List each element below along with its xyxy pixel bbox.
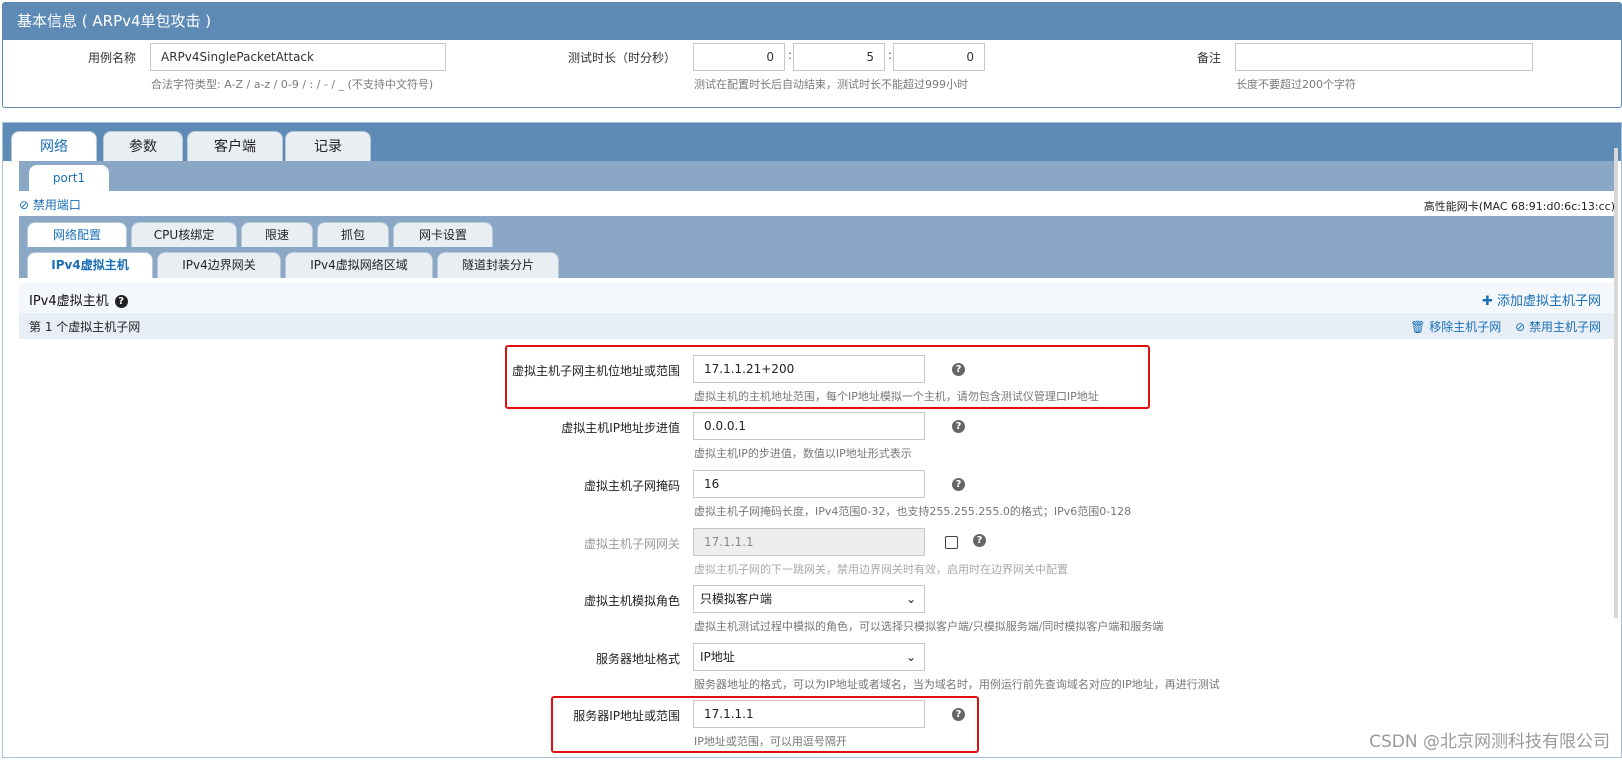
tab-client[interactable]: 客户端 — [187, 131, 283, 161]
remove-subnet-link[interactable]: 🗑 移除主机子网 — [1410, 320, 1501, 334]
case-name-input[interactable]: ARPv4SinglePacketAttack — [150, 43, 446, 71]
tab-ipv4-border-gateway[interactable]: IPv4边界网关 — [157, 252, 281, 278]
server-format-select[interactable]: IP地址 ⌄ — [693, 643, 925, 671]
subnet-actions: 🗑 移除主机子网 ⊘ 禁用主机子网 — [1400, 318, 1601, 335]
help-icon[interactable]: ? — [952, 478, 965, 491]
host-role-select[interactable]: 只模拟客户端 ⌄ — [693, 585, 925, 613]
tab-nic-settings[interactable]: 网卡设置 — [393, 222, 493, 247]
chevron-down-icon: ⌄ — [905, 592, 916, 606]
tab-cpu-binding[interactable]: CPU核绑定 — [131, 222, 237, 247]
main-tab-bar: 网络 参数 客户端 记录 — [3, 123, 1621, 162]
help-icon[interactable]: ? — [952, 420, 965, 433]
duration-hint: 测试在配置时长后自动结束，测试时长不能超过999小时 — [694, 78, 968, 91]
duration-colon-2: : — [888, 48, 893, 62]
subnet-title: 第 1 个虚拟主机子网 — [29, 320, 141, 334]
tab-capture[interactable]: 抓包 — [317, 222, 389, 247]
note-label: 备注 — [1197, 51, 1222, 65]
tab-tunnel-fragment[interactable]: 隧道封装分片 — [437, 252, 559, 278]
disable-port-link[interactable]: ⊘ 禁用端口 — [19, 196, 81, 213]
gateway-checkbox[interactable] — [945, 536, 958, 549]
highlight-box-host-range — [505, 345, 1150, 409]
case-name-hint: 合法字符类型: A-Z / a-z / 0-9 / : / - / _ (不支持… — [151, 78, 434, 91]
tab-params[interactable]: 参数 — [103, 131, 183, 161]
section-title: IPv4虚拟主机? — [29, 290, 128, 309]
ip-step-hint: 虚拟主机IP的步进值，数值以IP地址形式表示 — [694, 447, 912, 460]
gateway-hint: 虚拟主机子网的下一跳网关，禁用边界网关时有效，启用时在边界网关中配置 — [694, 563, 1068, 576]
port-tab-bar: port1 — [19, 161, 1615, 192]
duration-seconds-input[interactable]: 0 — [893, 43, 985, 71]
subnet-header: 第 1 个虚拟主机子网 🗑 移除主机子网 ⊘ 禁用主机子网 — [19, 313, 1615, 339]
host-role-hint: 虚拟主机测试过程中模拟的角色，可以选择只模拟客户端/只模拟服务端/同时模拟客户端… — [694, 620, 1164, 633]
tab-ipv4-virtual-host[interactable]: IPv4虚拟主机 — [27, 252, 153, 278]
subnet-mask-hint: 虚拟主机子网掩码长度，IPv4范围0-32，也支持255.255.255.0的格… — [694, 505, 1132, 518]
subnet-mask-input[interactable]: 16 — [693, 470, 925, 498]
scrollbar[interactable] — [1614, 148, 1618, 618]
duration-hours-input[interactable]: 0 — [693, 43, 785, 71]
gateway-input: 17.1.1.1 — [693, 528, 925, 556]
note-hint: 长度不要超过200个字符 — [1236, 78, 1356, 91]
tab-network-config[interactable]: 网络配置 — [27, 222, 127, 247]
tab-records[interactable]: 记录 — [285, 131, 371, 161]
tab-network[interactable]: 网络 — [11, 131, 97, 162]
config-tab-bar: 网络配置 CPU核绑定 限速 抓包 网卡设置 IPv4虚拟主机 IPv4边界网关… — [19, 216, 1615, 278]
ip-step-label: 虚拟主机IP地址步进值 — [561, 421, 680, 435]
duration-colon-1: : — [788, 48, 793, 62]
tab-ipv4-virtual-zone[interactable]: IPv4虚拟网络区域 — [285, 252, 433, 278]
section-header: IPv4虚拟主机? ✚ 添加虚拟主机子网 — [19, 283, 1615, 313]
note-input[interactable] — [1235, 43, 1533, 71]
help-icon[interactable]: ? — [114, 295, 128, 308]
chevron-down-icon: ⌄ — [905, 650, 916, 664]
tab-rate-limit[interactable]: 限速 — [241, 222, 313, 247]
server-format-hint: 服务器地址的格式，可以为IP地址或者域名，当为域名时，用例运行前先查询域名对应的… — [694, 678, 1220, 691]
duration-label: 测试时长（时分秒） — [568, 51, 677, 65]
section-title-text: IPv4虚拟主机 — [29, 294, 109, 309]
host-role-label: 虚拟主机模拟角色 — [583, 594, 680, 608]
server-format-label: 服务器地址格式 — [595, 652, 680, 666]
basic-info-header: 基本信息 ( ARPv4单包攻击 ) — [3, 3, 1621, 40]
case-name-label: 用例名称 — [88, 51, 137, 65]
nic-info: 高性能网卡(MAC 68:91:d0:6c:13:cc) — [1423, 200, 1615, 213]
gateway-label: 虚拟主机子网网关 — [583, 537, 680, 551]
ip-step-input[interactable]: 0.0.0.1 — [693, 412, 925, 440]
disable-subnet-link[interactable]: ⊘ 禁用主机子网 — [1515, 320, 1601, 334]
host-role-value: 只模拟客户端 — [700, 592, 773, 606]
duration-minutes-input[interactable]: 5 — [793, 43, 885, 71]
subnet-mask-label: 虚拟主机子网掩码 — [583, 479, 680, 493]
help-icon[interactable]: ? — [973, 534, 986, 547]
watermark: CSDN @北京网测科技有限公司 — [1369, 732, 1610, 752]
server-format-value: IP地址 — [700, 650, 735, 664]
tab-port1[interactable]: port1 — [29, 165, 109, 192]
highlight-box-server-ip — [551, 696, 979, 753]
add-subnet-link[interactable]: ✚ 添加虚拟主机子网 — [1482, 290, 1601, 309]
